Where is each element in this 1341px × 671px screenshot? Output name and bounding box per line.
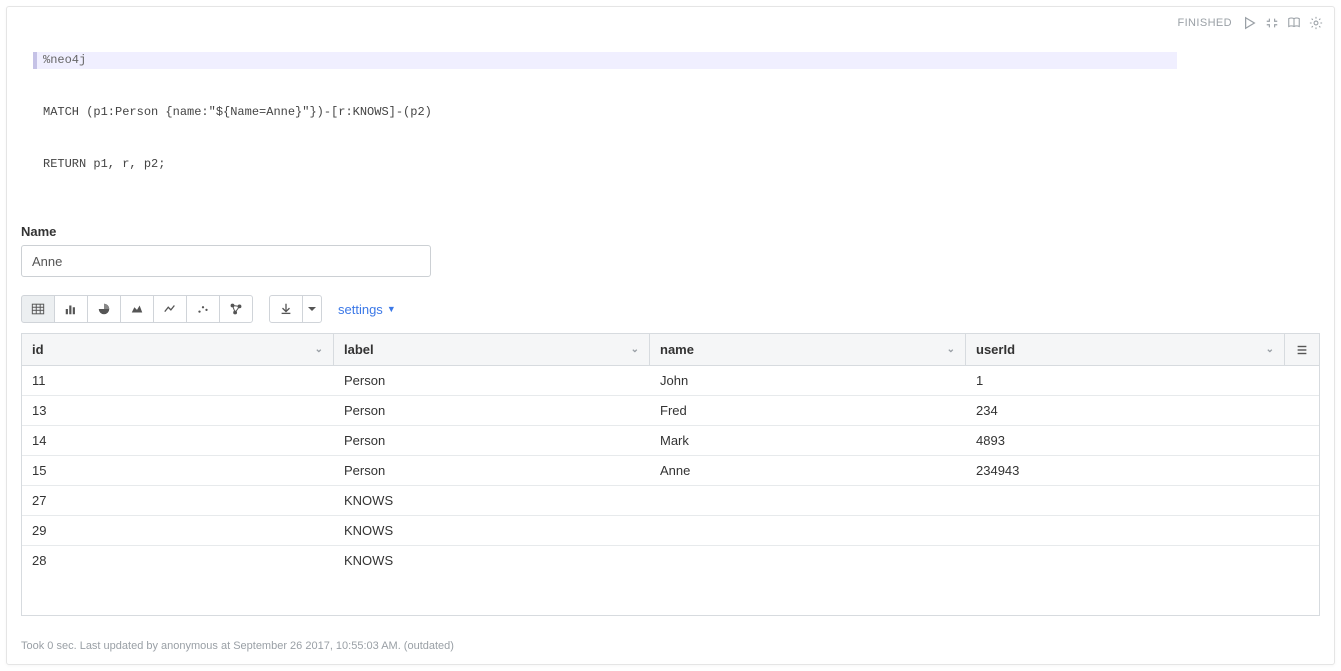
table-row[interactable]: 27KNOWS (22, 486, 1319, 516)
input-label: Name (21, 224, 1320, 239)
chart-type-group (21, 295, 253, 323)
table-row[interactable]: 13PersonFred234 (22, 396, 1319, 426)
pie-chart-button[interactable] (87, 295, 121, 323)
cell-userid (966, 546, 1319, 575)
cell-label: Person (334, 396, 650, 425)
cell-id: 14 (22, 426, 334, 455)
column-header-userid[interactable]: userId ⌄ (966, 334, 1285, 365)
cell-label: KNOWS (334, 546, 650, 575)
cell-name (650, 486, 966, 515)
column-header-label[interactable]: label ⌄ (334, 334, 650, 365)
table-body: 11PersonJohn113PersonFred23414PersonMark… (22, 366, 1319, 575)
code-editor[interactable]: %neo4j MATCH (p1:Person {name:"${Name=An… (7, 7, 1177, 216)
paragraph-panel: %neo4j MATCH (p1:Person {name:"${Name=An… (6, 6, 1335, 665)
collapse-icon[interactable] (1264, 15, 1280, 31)
area-chart-button[interactable] (120, 295, 154, 323)
download-dropdown-button[interactable] (302, 295, 322, 323)
column-header-id[interactable]: id ⌄ (22, 334, 334, 365)
table-view-button[interactable] (21, 295, 55, 323)
download-button[interactable] (269, 295, 303, 323)
column-menu-button[interactable] (1285, 334, 1319, 365)
table-header: id ⌄ label ⌄ name ⌄ userId ⌄ (22, 334, 1319, 366)
code-line-2: MATCH (p1:Person {name:"${Name=Anne}"})-… (7, 104, 1177, 121)
cell-label: Person (334, 456, 650, 485)
table-row[interactable]: 15PersonAnne234943 (22, 456, 1319, 486)
cell-userid: 234 (966, 396, 1319, 425)
cell-userid (966, 486, 1319, 515)
table-row[interactable]: 28KNOWS (22, 546, 1319, 575)
column-header-label-label: label (344, 342, 374, 357)
cell-userid (966, 516, 1319, 545)
result-toolbar: settings ▼ (21, 295, 1320, 323)
cell-name (650, 516, 966, 545)
network-chart-button[interactable] (219, 295, 253, 323)
bar-chart-button[interactable] (54, 295, 88, 323)
paragraph-body: Name (7, 224, 1334, 630)
code-line-1: %neo4j (33, 52, 1177, 69)
table-row[interactable]: 14PersonMark4893 (22, 426, 1319, 456)
column-header-id-label: id (32, 342, 44, 357)
settings-link[interactable]: settings ▼ (338, 302, 396, 317)
cell-name: Mark (650, 426, 966, 455)
caret-down-icon: ▼ (387, 304, 396, 314)
table-row[interactable]: 11PersonJohn1 (22, 366, 1319, 396)
settings-link-label: settings (338, 302, 383, 317)
book-icon[interactable] (1286, 15, 1302, 31)
code-line-3: RETURN p1, r, p2; (7, 156, 1177, 173)
cell-id: 13 (22, 396, 334, 425)
paragraph-header: %neo4j MATCH (p1:Person {name:"${Name=An… (7, 7, 1334, 216)
gear-icon[interactable] (1308, 15, 1324, 31)
cell-id: 27 (22, 486, 334, 515)
cell-userid: 1 (966, 366, 1319, 395)
scatter-chart-button[interactable] (186, 295, 220, 323)
cell-id: 28 (22, 546, 334, 575)
cell-name: Anne (650, 456, 966, 485)
column-header-name-label: name (660, 342, 694, 357)
column-header-userid-label: userId (976, 342, 1015, 357)
status-label: FINISHED (1177, 17, 1232, 29)
cell-label: Person (334, 426, 650, 455)
paragraph-controls: FINISHED (1177, 7, 1334, 31)
cell-label: KNOWS (334, 486, 650, 515)
run-icon[interactable] (1242, 15, 1258, 31)
cell-id: 29 (22, 516, 334, 545)
cell-name: Fred (650, 396, 966, 425)
column-header-name[interactable]: name ⌄ (650, 334, 966, 365)
table-footer-space (22, 575, 1319, 615)
cell-id: 11 (22, 366, 334, 395)
chevron-down-icon: ⌄ (315, 344, 323, 355)
cell-name: John (650, 366, 966, 395)
download-group (269, 295, 322, 323)
chevron-down-icon: ⌄ (1266, 344, 1274, 355)
cell-label: Person (334, 366, 650, 395)
cell-id: 15 (22, 456, 334, 485)
cell-label: KNOWS (334, 516, 650, 545)
name-input[interactable] (21, 245, 431, 277)
cell-name (650, 546, 966, 575)
chevron-down-icon: ⌄ (631, 344, 639, 355)
chevron-down-icon: ⌄ (947, 344, 955, 355)
results-table: id ⌄ label ⌄ name ⌄ userId ⌄ (21, 333, 1320, 616)
cell-userid: 234943 (966, 456, 1319, 485)
paragraph-footer: Took 0 sec. Last updated by anonymous at… (7, 630, 1334, 664)
cell-userid: 4893 (966, 426, 1319, 455)
line-chart-button[interactable] (153, 295, 187, 323)
